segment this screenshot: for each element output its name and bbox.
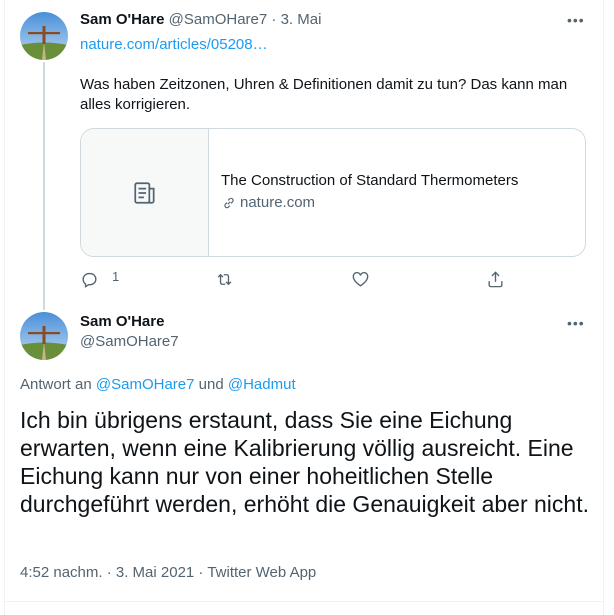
avatar[interactable]: [20, 12, 68, 60]
reply-and: und: [198, 376, 224, 393]
handle[interactable]: @SamOHare7: [169, 11, 268, 28]
card-thumbnail: [81, 129, 209, 256]
mention-link[interactable]: @SamOHare7: [96, 376, 195, 393]
tweet1-author[interactable]: Sam O'Hare @SamOHare7 · 3. Mai: [80, 11, 321, 28]
handle[interactable]: @SamOHare7: [80, 333, 179, 350]
retweet-button[interactable]: [215, 268, 234, 290]
link-icon: [224, 197, 234, 208]
reply-icon: [82, 272, 97, 288]
tweet-meta[interactable]: 4:52 nachm. · 3. Mai 2021 · Twitter Web …: [20, 564, 316, 581]
reply-prefix: Antwort an: [20, 376, 92, 393]
divider: [4, 601, 604, 602]
reply-button[interactable]: 1: [80, 268, 119, 290]
share-button[interactable]: [486, 268, 505, 290]
display-name[interactable]: Sam O'Hare: [80, 313, 164, 330]
like-icon: [352, 271, 369, 287]
mention-link[interactable]: @Hadmut: [228, 376, 296, 393]
tweet2-text: Ich bin übrigens erstaunt, dass Sie eine…: [20, 407, 589, 517]
display-name[interactable]: Sam O'Hare: [80, 11, 164, 28]
link-card[interactable]: The Construction of Standard Thermometer…: [80, 128, 586, 257]
reply-context: Antwort an @SamOHare7 und @Hadmut: [20, 376, 296, 393]
card-domain: nature.com: [240, 194, 316, 211]
share-icon: [488, 270, 503, 287]
thread-line: [43, 62, 45, 310]
tweet1-text: Was haben Zeitzonen, Uhren & Definitione…: [80, 76, 568, 113]
avatar[interactable]: [20, 312, 68, 360]
tweet-link[interactable]: nature.com/articles/05208…: [80, 36, 268, 53]
more-icon[interactable]: •••: [567, 315, 585, 331]
reply-count: 1: [112, 268, 120, 284]
separator: ·: [271, 11, 277, 28]
more-icon[interactable]: •••: [567, 12, 585, 28]
card-domain-row: nature.com: [222, 194, 315, 211]
avatar-image: [20, 312, 68, 360]
card-title: The Construction of Standard Thermometer…: [221, 172, 519, 189]
avatar-image: [20, 12, 68, 60]
like-button[interactable]: [351, 268, 370, 290]
tweet-date[interactable]: 3. Mai: [281, 11, 322, 28]
article-icon: [134, 182, 155, 204]
retweet-icon: [217, 273, 232, 285]
